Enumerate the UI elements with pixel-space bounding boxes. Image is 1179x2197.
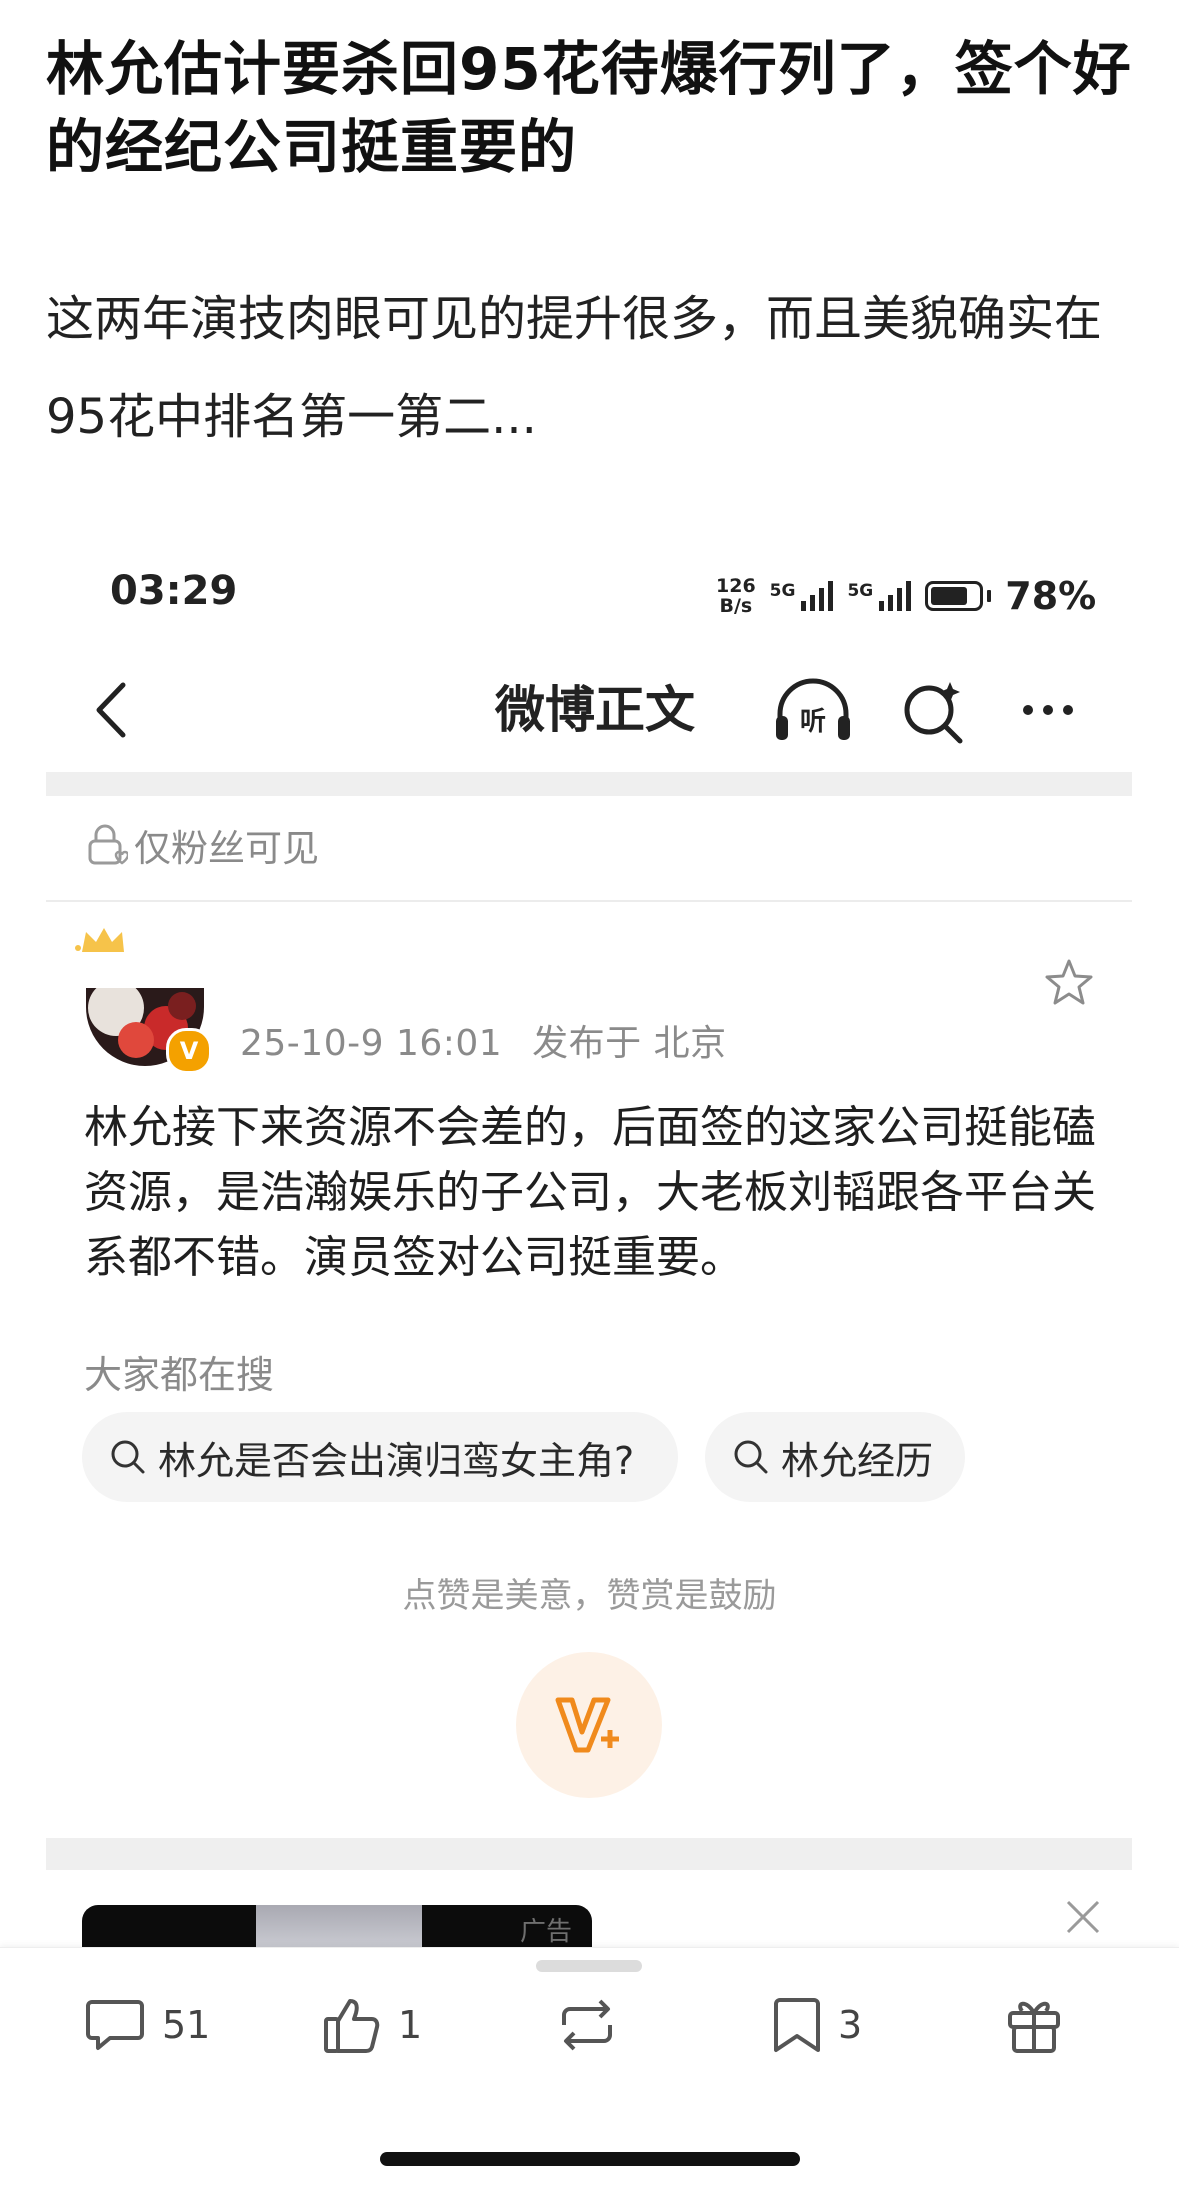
signal-icon: 5G: [770, 581, 834, 611]
article-summary: 这两年演技肉眼可见的提升很多，而且美貌确实在95花中排名第一第二...: [46, 291, 1103, 445]
like-button[interactable]: 1: [322, 1985, 422, 2065]
comment-count: 51: [162, 2003, 211, 2047]
like-count: 1: [398, 2003, 423, 2047]
search-chip-label: 林允经历: [781, 1438, 934, 1483]
thumbs-up-icon: [324, 1999, 380, 2053]
bookmark-icon: [774, 1998, 820, 2052]
more-dot-icon: [1063, 705, 1073, 715]
post-timestamp: 25-10-9 16:01: [240, 1023, 503, 1064]
back-button[interactable]: [82, 672, 138, 748]
post-location: 发布于 北京: [532, 1023, 727, 1064]
search-icon: [904, 682, 963, 744]
battery-percentage: 78%: [1005, 574, 1097, 618]
chevron-left-icon: [96, 682, 126, 738]
gift-button[interactable]: [1006, 1985, 1062, 2065]
section-divider: [46, 1838, 1132, 1870]
network-speed-value: 126: [716, 575, 756, 597]
page-title: 微博正文: [495, 681, 695, 739]
favorite-count: 3: [838, 2003, 863, 2047]
more-button[interactable]: [1010, 672, 1086, 748]
ad-banner[interactable]: 广告: [82, 1905, 592, 1947]
battery-icon: [925, 581, 992, 611]
more-dot-icon: [1043, 705, 1053, 715]
signal-icon-2: 5G: [847, 581, 912, 611]
search-chip-label: 林允是否会出演归鸾女主角?: [158, 1438, 635, 1483]
article-headline: 林允估计要杀回95花待爆行列了，签个好的经纪公司挺重要的: [46, 35, 1132, 181]
search-button[interactable]: [896, 672, 972, 748]
search-icon: [734, 1440, 768, 1474]
gift-icon: [1008, 2001, 1060, 2053]
hot-search-title: 大家都在搜: [84, 1353, 275, 1397]
listen-button[interactable]: 听: [770, 672, 856, 748]
comment-button[interactable]: 51: [84, 1985, 210, 2065]
listen-label: 听: [800, 707, 826, 737]
search-chip[interactable]: 林允经历: [705, 1412, 965, 1502]
crown-icon: [75, 928, 124, 952]
star-icon[interactable]: [1042, 956, 1096, 1010]
visibility-label: 仅粉丝可见: [84, 818, 319, 872]
home-indicator[interactable]: [380, 2152, 800, 2166]
visibility-text: 仅粉丝可见: [134, 827, 319, 870]
close-icon[interactable]: [1060, 1894, 1106, 1940]
comment-icon: [86, 2000, 144, 2050]
signal-label-2: 5G: [847, 581, 874, 601]
headphones-icon: 听: [776, 678, 850, 740]
post-meta: 25-10-9 16:01 发布于 北京: [240, 1014, 727, 1066]
status-indicators: 126 B/s 5G 5G 78%: [716, 568, 1096, 624]
search-icon: [111, 1440, 145, 1474]
drag-handle[interactable]: [536, 1960, 642, 1972]
lock-heart-icon: [88, 824, 128, 865]
search-chip[interactable]: 林允是否会出演归鸾女主角?: [82, 1412, 678, 1502]
repost-icon: [562, 1999, 612, 2051]
divider: [46, 900, 1132, 902]
section-divider: [46, 772, 1132, 796]
repost-button[interactable]: [556, 1985, 618, 2065]
verified-badge: V: [166, 1028, 212, 1074]
network-speed: 126 B/s: [716, 576, 756, 616]
reward-prompt: 点赞是美意，赞赏是鼓励: [402, 1576, 777, 1616]
reward-button[interactable]: [516, 1652, 662, 1798]
more-dot-icon: [1023, 705, 1033, 715]
favorite-button[interactable]: 3: [772, 1985, 862, 2065]
status-time: 03:29: [110, 568, 238, 614]
reward-v-plus-icon: [555, 1697, 619, 1753]
ad-label: 广告: [519, 1917, 572, 1947]
network-speed-unit: B/s: [719, 595, 753, 617]
signal-label: 5G: [769, 581, 796, 601]
post-body: 林允接下来资源不会差的，后面签的这家公司挺能磕资源，是浩瀚娱乐的子公司，大老板刘…: [84, 1102, 1096, 1283]
